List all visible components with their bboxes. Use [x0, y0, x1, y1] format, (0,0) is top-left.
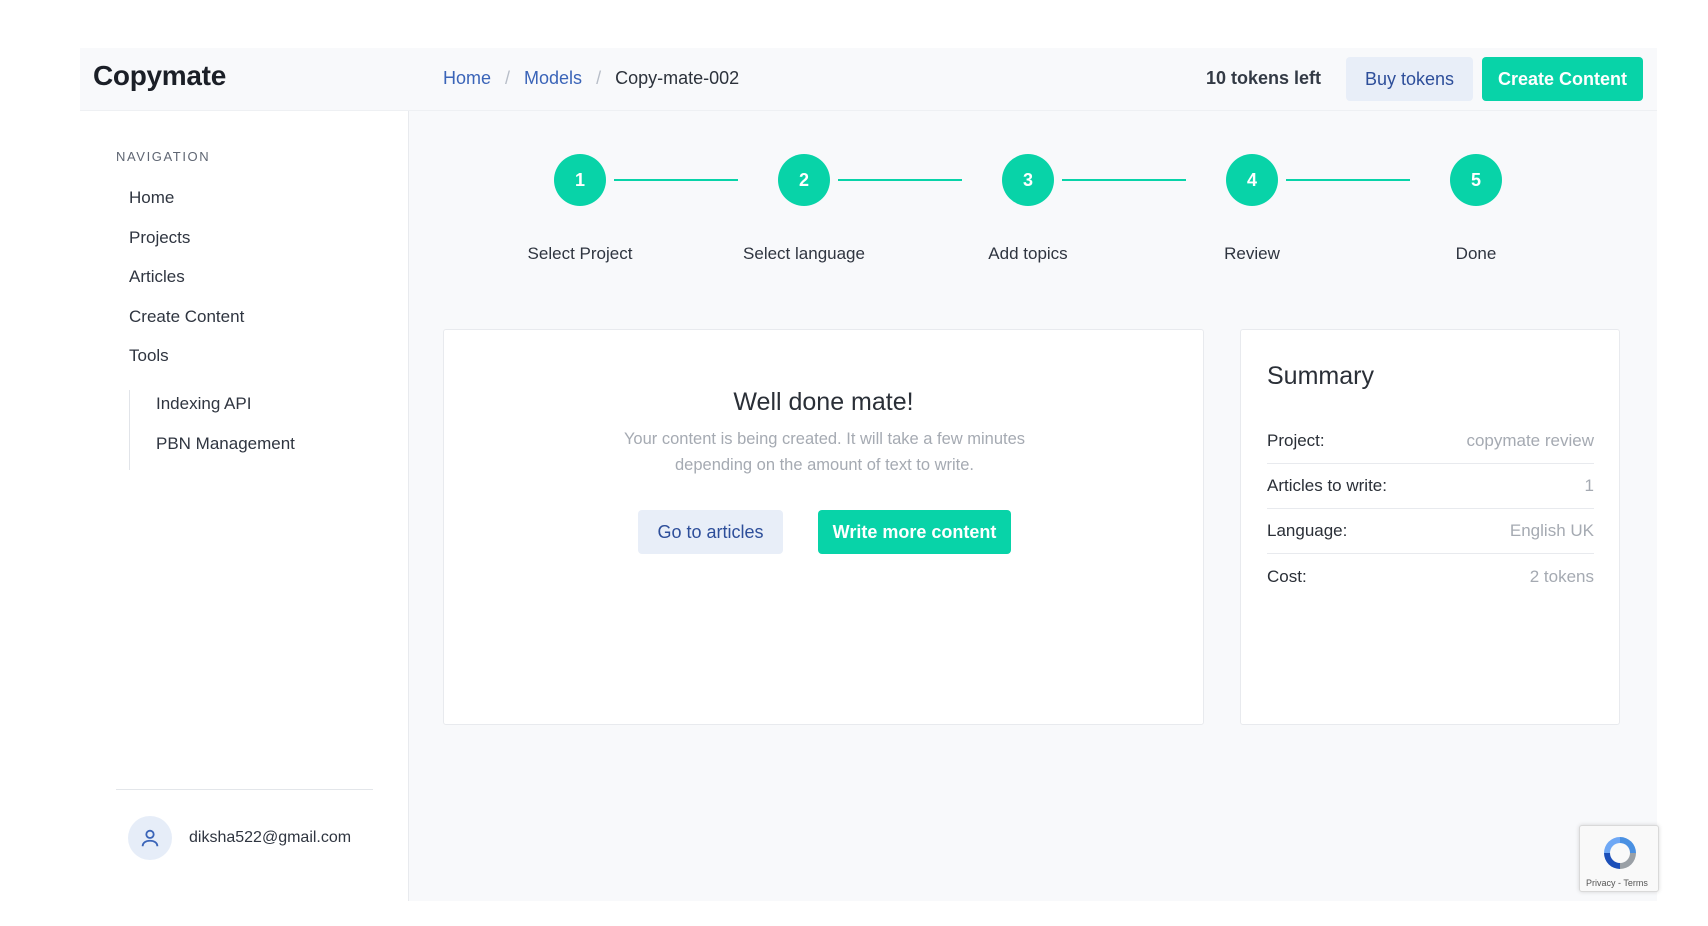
breadcrumb-models-link[interactable]: Models	[524, 68, 582, 89]
sidebar-divider	[116, 789, 373, 790]
breadcrumb-separator: /	[596, 68, 602, 88]
sidebar: NAVIGATION Home Projects Articles Create…	[80, 111, 409, 901]
create-content-button[interactable]: Create Content	[1482, 57, 1643, 101]
step-2-label: Select language	[743, 244, 865, 263]
step-connector	[1286, 179, 1410, 181]
step-4-label: Review	[1224, 244, 1280, 263]
recaptcha-links[interactable]: Privacy - Terms	[1586, 878, 1648, 888]
step-1-circle[interactable]: 1	[554, 154, 606, 206]
summary-key: Articles to write:	[1267, 476, 1387, 495]
avatar[interactable]	[128, 816, 172, 860]
step-connector	[838, 179, 962, 181]
summary-key: Cost:	[1267, 566, 1307, 586]
summary-value: 1	[1584, 476, 1594, 495]
breadcrumb-home-link[interactable]: Home	[443, 68, 491, 89]
step-1-label: Select Project	[527, 244, 633, 263]
breadcrumb-current: Copy-mate-002	[615, 68, 740, 88]
sidebar-item-pbn-management[interactable]: PBN Management	[156, 430, 295, 470]
sidebar-item-tools[interactable]: Tools	[129, 344, 244, 384]
completion-card: Well done mate! Your content is being cr…	[443, 329, 1204, 725]
summary-key: Language:	[1267, 521, 1348, 540]
sidebar-item-projects[interactable]: Projects	[129, 226, 244, 266]
step-3-label: Add topics	[988, 244, 1068, 263]
top-header: Copymate Home / Models / Copy-mate-002 1…	[80, 48, 1657, 111]
breadcrumb: Home / Models / Copy-mate-002	[443, 68, 739, 89]
summary-key: Project:	[1267, 431, 1325, 450]
summary-row-articles: Articles to write: 1	[1267, 464, 1594, 509]
recaptcha-badge[interactable]: Privacy - Terms	[1579, 825, 1659, 892]
step-2-circle[interactable]: 2	[778, 154, 830, 206]
app-logo[interactable]: Copymate	[93, 60, 226, 92]
step-5-label: Done	[1455, 244, 1497, 263]
step-4-circle[interactable]: 4	[1226, 154, 1278, 206]
user-email: diksha522@gmail.com	[189, 829, 352, 846]
summary-row-language: Language: English UK	[1267, 509, 1594, 554]
sidebar-nav: Home Projects Articles Create Content To…	[129, 186, 244, 384]
tokens-left-count: 10 tokens left	[1206, 68, 1322, 88]
completion-message: Your content is being created. It will t…	[623, 430, 1026, 474]
summary-title: Summary	[1267, 362, 1374, 390]
sidebar-item-articles[interactable]: Articles	[129, 265, 244, 305]
step-5-circle[interactable]: 5	[1450, 154, 1502, 206]
breadcrumb-separator: /	[505, 68, 511, 88]
summary-value: copymate review	[1466, 431, 1594, 450]
completion-title: Well done mate!	[733, 388, 914, 416]
user-profile[interactable]: diksha522@gmail.com	[128, 816, 351, 860]
sidebar-item-create-content[interactable]: Create Content	[129, 305, 244, 345]
summary-value: English UK	[1509, 521, 1594, 540]
summary-value: 2 tokens	[1529, 566, 1594, 586]
summary-card: Summary Project: copymate review Article…	[1240, 329, 1620, 725]
write-more-content-button[interactable]: Write more content	[818, 510, 1011, 554]
recaptcha-icon	[1604, 837, 1636, 869]
sidebar-item-indexing-api[interactable]: Indexing API	[156, 390, 295, 430]
tools-subnav: Indexing API PBN Management	[129, 390, 295, 470]
summary-row-cost: Cost: 2 tokens	[1267, 554, 1594, 599]
step-connector	[1062, 179, 1186, 181]
sidebar-item-home[interactable]: Home	[129, 186, 244, 226]
buy-tokens-button[interactable]: Buy tokens	[1346, 57, 1473, 101]
navigation-heading: NAVIGATION	[116, 149, 211, 164]
step-3-circle[interactable]: 3	[1002, 154, 1054, 206]
app-window: Copymate Home / Models / Copy-mate-002 1…	[80, 48, 1657, 901]
user-icon	[141, 829, 159, 847]
summary-list: Project: copymate review Articles to wri…	[1267, 419, 1594, 599]
step-connector	[614, 179, 738, 181]
go-to-articles-button[interactable]: Go to articles	[638, 510, 783, 554]
summary-row-project: Project: copymate review	[1267, 419, 1594, 464]
